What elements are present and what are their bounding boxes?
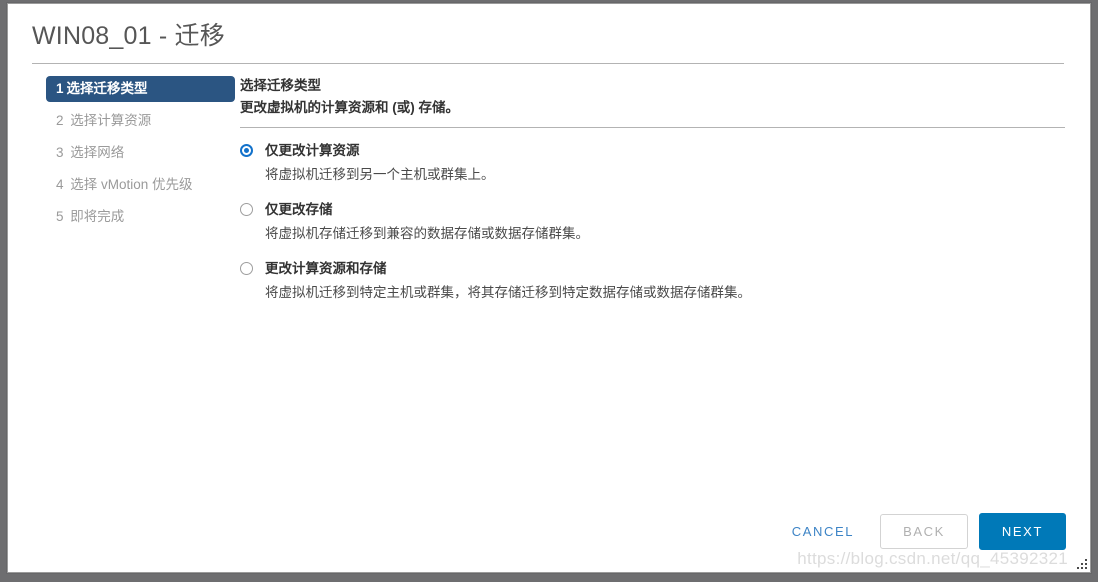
wizard-step-3-number: 3 [56, 145, 64, 160]
radio-button-icon-storage-only[interactable] [240, 203, 253, 216]
radio-description-compute-only: 将虚拟机迁移到另一个主机或群集上。 [265, 167, 495, 182]
wizard-step-list: 1 选择迁移类型 2 选择计算资源 3 选择网络 4 选择 vMotion 优先级… [8, 76, 235, 236]
wizard-step-4-label: 选择 vMotion 优先级 [70, 177, 193, 192]
radio-label-storage-only: 仅更改存储 [265, 202, 333, 217]
content-divider [240, 127, 1065, 128]
screen-root: WIN08_01 - 迁移 1 选择迁移类型 2 选择计算资源 3 选择网络 4… [0, 0, 1098, 582]
dialog-body: 1 选择迁移类型 2 选择计算资源 3 选择网络 4 选择 vMotion 优先级… [8, 64, 1090, 319]
resize-grip-handle[interactable] [1074, 556, 1087, 569]
wizard-content-panel: 选择迁移类型 更改虚拟机的计算资源和 (或) 存储。 仅更改计算资源 将虚拟机迁… [226, 76, 1090, 319]
radio-option-storage-only[interactable]: 仅更改存储 将虚拟机存储迁移到兼容的数据存储或数据存储群集。 [240, 201, 1066, 242]
wizard-step-3[interactable]: 3 选择网络 [46, 140, 226, 166]
radio-option-compute-only[interactable]: 仅更改计算资源 将虚拟机迁移到另一个主机或群集上。 [240, 142, 1066, 183]
wizard-step-1-number: 1 [56, 81, 64, 96]
wizard-step-1[interactable]: 1 选择迁移类型 [46, 76, 235, 102]
watermark-text: https://blog.csdn.net/qq_45392321 [797, 549, 1068, 568]
wizard-step-2[interactable]: 2 选择计算资源 [46, 108, 226, 134]
cancel-button[interactable]: CANCEL [778, 516, 868, 547]
back-button[interactable]: BACK [880, 514, 968, 549]
radio-button-icon-compute-only[interactable] [240, 144, 253, 157]
dialog-header: WIN08_01 - 迁移 [8, 4, 1090, 64]
radio-description-compute-and-storage: 将虚拟机迁移到特定主机或群集，将其存储迁移到特定数据存储或数据存储群集。 [265, 285, 751, 300]
content-heading: 选择迁移类型 [240, 78, 321, 93]
radio-option-compute-and-storage[interactable]: 更改计算资源和存储 将虚拟机迁移到特定主机或群集，将其存储迁移到特定数据存储或数… [240, 260, 1066, 301]
wizard-step-3-label: 选择网络 [70, 145, 125, 160]
migration-wizard-dialog: WIN08_01 - 迁移 1 选择迁移类型 2 选择计算资源 3 选择网络 4… [7, 3, 1091, 573]
radio-label-compute-and-storage: 更改计算资源和存储 [265, 261, 387, 276]
wizard-step-4-number: 4 [56, 177, 64, 192]
page-title: WIN08_01 - 迁移 [32, 22, 225, 50]
wizard-step-2-label: 选择计算资源 [70, 113, 152, 128]
migration-type-radio-group: 仅更改计算资源 将虚拟机迁移到另一个主机或群集上。 仅更改存储 将虚拟机存储迁移… [240, 142, 1066, 301]
wizard-step-4[interactable]: 4 选择 vMotion 优先级 [46, 172, 226, 198]
next-button[interactable]: NEXT [978, 513, 1066, 550]
wizard-step-2-number: 2 [56, 113, 64, 128]
wizard-step-1-label: 选择迁移类型 [66, 81, 148, 96]
radio-description-storage-only: 将虚拟机存储迁移到兼容的数据存储或数据存储群集。 [265, 226, 589, 241]
content-subheading: 更改虚拟机的计算资源和 (或) 存储。 [240, 100, 459, 115]
wizard-step-5-label: 即将完成 [70, 209, 125, 224]
radio-button-icon-compute-and-storage[interactable] [240, 262, 253, 275]
wizard-step-5[interactable]: 5 即将完成 [46, 204, 226, 230]
wizard-step-5-number: 5 [56, 209, 64, 224]
dialog-footer: CANCEL BACK NEXT [778, 513, 1066, 550]
radio-label-compute-only: 仅更改计算资源 [265, 143, 360, 158]
